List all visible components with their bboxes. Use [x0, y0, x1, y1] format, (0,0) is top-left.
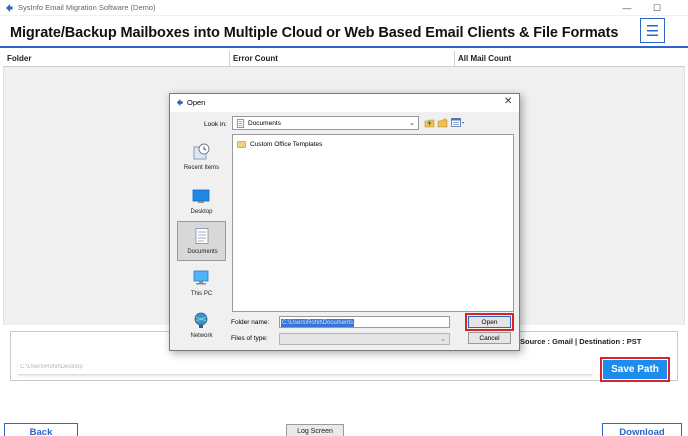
window-title: SysInfo Email Migration Software (Demo) — [18, 3, 156, 12]
folder-name-input[interactable]: C:\Users\Rohit\Documents — [279, 316, 450, 328]
back-button[interactable]: Back — [4, 423, 78, 436]
place-label: Network — [190, 333, 213, 339]
file-list[interactable]: Custom Office Templates — [232, 134, 514, 312]
look-in-value: Documents — [248, 119, 281, 127]
place-label: Documents — [187, 249, 218, 255]
documents-icon — [236, 119, 245, 128]
table-header: Folder Error Count All Mail Count — [3, 51, 685, 67]
column-divider — [229, 51, 230, 67]
network-icon — [194, 312, 208, 328]
place-this-pc[interactable]: This PC — [177, 264, 226, 304]
place-recent-items[interactable]: Recent Items — [177, 138, 226, 178]
column-header-folder[interactable]: Folder — [7, 54, 31, 63]
page-title: Migrate/Backup Mailboxes into Multiple C… — [10, 25, 619, 41]
dialog-title: Open — [187, 98, 206, 107]
this-pc-icon — [193, 270, 209, 285]
open-dialog: Open ✕ Look in: Documents ⌄ Recent Items… — [169, 93, 520, 351]
column-header-all-mail-count[interactable]: All Mail Count — [458, 54, 511, 63]
cancel-button[interactable]: Cancel — [468, 332, 511, 344]
files-of-type-label: Files of type: — [231, 335, 268, 342]
app-logo-icon — [6, 4, 13, 12]
up-folder-icon[interactable] — [424, 117, 435, 128]
dialog-app-icon — [176, 98, 183, 107]
look-in-dropdown[interactable]: Documents ⌄ — [232, 116, 419, 130]
folder-name-label: Folder name: — [231, 319, 270, 326]
chevron-down-icon: ⌄ — [440, 336, 446, 343]
minimize-button[interactable]: — — [612, 0, 642, 16]
folder-name-value: C:\Users\Rohit\Documents — [281, 319, 355, 327]
maximize-button[interactable]: ☐ — [642, 0, 672, 16]
column-header-error-count[interactable]: Error Count — [233, 54, 278, 63]
place-documents[interactable]: Documents — [177, 221, 226, 261]
place-label: This PC — [190, 291, 213, 297]
open-button[interactable]: Open — [465, 313, 514, 331]
place-label: Recent Items — [183, 165, 220, 171]
place-network[interactable]: Network — [177, 306, 226, 346]
desktop-icon — [192, 189, 210, 203]
chevron-down-icon: ⌄ — [409, 120, 415, 127]
files-of-type-dropdown[interactable]: ⌄ — [279, 333, 450, 345]
recent-items-icon — [193, 143, 210, 160]
save-path-button[interactable]: Save Path — [600, 357, 670, 382]
save-path-input[interactable] — [18, 359, 592, 375]
log-screen-button[interactable]: Log Screen — [286, 424, 344, 436]
download-button[interactable]: Download — [602, 423, 682, 436]
source-destination-label: Source : Gmail | Destination : PST — [520, 337, 642, 346]
dialog-title-bar: Open ✕ — [170, 94, 519, 112]
view-menu-icon[interactable] — [451, 117, 465, 128]
app-header: Migrate/Backup Mailboxes into Multiple C… — [0, 16, 688, 48]
title-bar: SysInfo Email Migration Software (Demo) … — [0, 0, 688, 16]
documents-icon — [195, 228, 209, 244]
new-folder-icon[interactable] — [437, 117, 448, 128]
file-name: Custom Office Templates — [250, 140, 323, 148]
dialog-close-button[interactable]: ✕ — [504, 96, 512, 107]
menu-button[interactable]: ☰ — [640, 18, 665, 43]
folder-icon — [237, 140, 246, 148]
look-in-label: Look in: — [204, 121, 227, 128]
places-sidebar: Recent Items Desktop Documents This PC N… — [175, 134, 228, 341]
column-divider — [454, 51, 455, 67]
place-label: Desktop — [190, 209, 213, 215]
list-item[interactable]: Custom Office Templates — [237, 139, 322, 149]
place-desktop[interactable]: Desktop — [177, 182, 226, 222]
